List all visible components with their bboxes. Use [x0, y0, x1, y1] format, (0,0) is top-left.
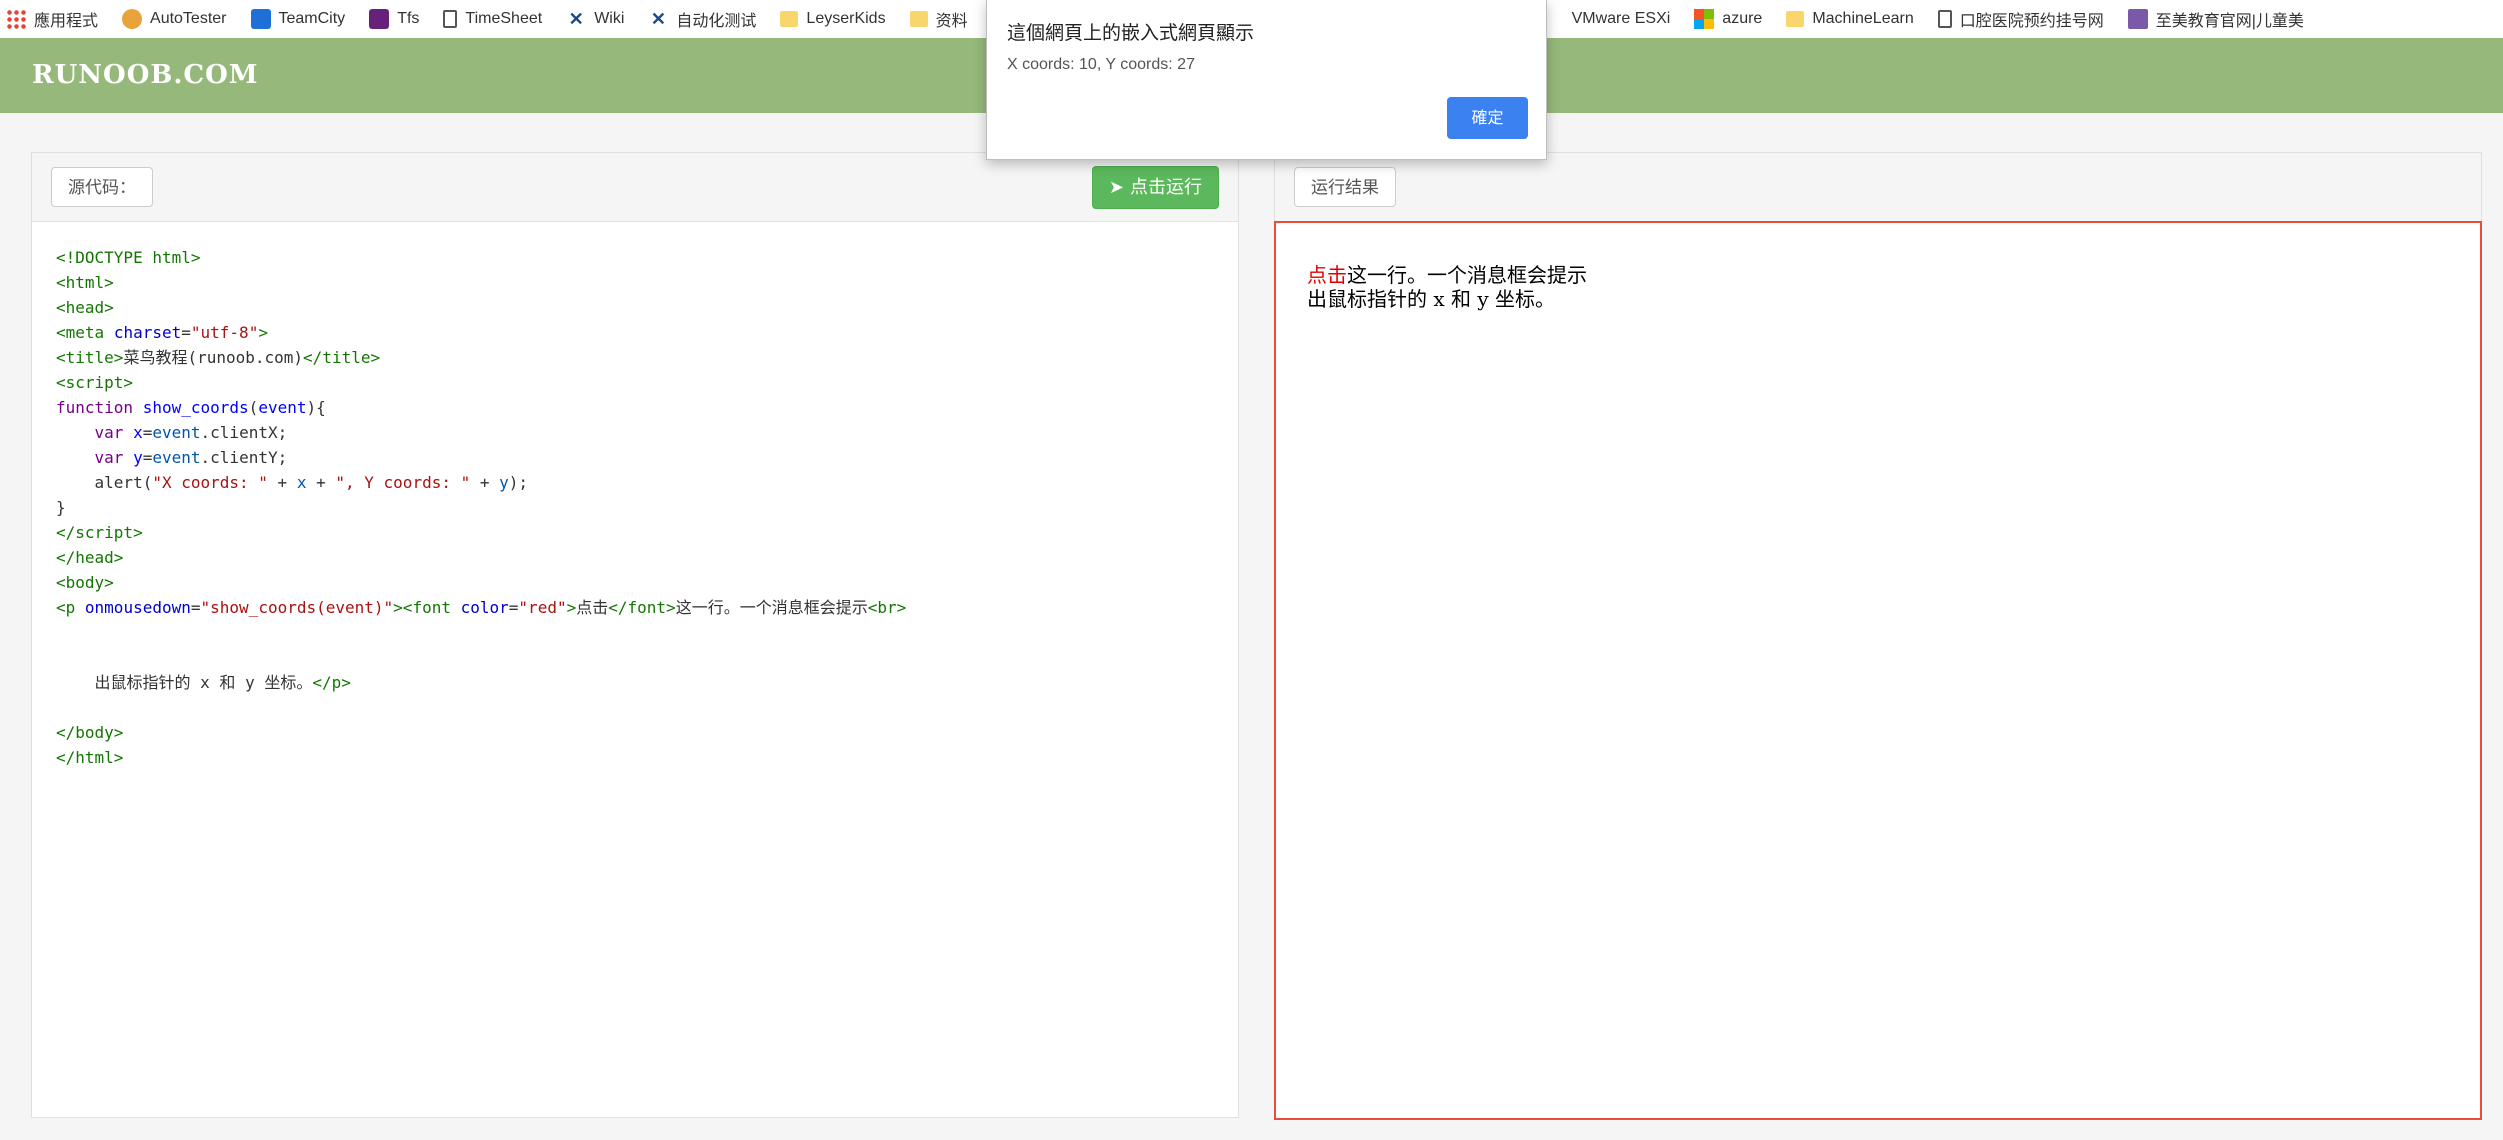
bookmark-label: TimeSheet — [465, 10, 543, 27]
autotester-icon — [122, 9, 143, 29]
x-icon: ✕ — [650, 9, 666, 29]
result-paragraph[interactable]: 点击这一行。一个消息框会提示 出鼠标指针的 x 和 y 坐标。 — [1307, 263, 1587, 311]
result-panel-header: 运行结果 — [1275, 153, 2481, 222]
bookmark-label: TeamCity — [278, 10, 346, 27]
page-icon — [443, 10, 458, 28]
dialog-message: X coords: 10, Y coords: 27 — [1007, 56, 1195, 73]
bookmark-timesheet[interactable]: TimeSheet — [443, 10, 542, 28]
result-line1: 这一行。一个消息框会提示 — [1347, 263, 1587, 287]
bookmark-teamcity[interactable]: TeamCity — [250, 9, 346, 29]
bookmark-label: azure — [1722, 10, 1763, 27]
book-icon — [2127, 9, 2148, 29]
source-code-button[interactable]: 源代码： — [51, 167, 153, 207]
teamcity-icon — [250, 9, 271, 29]
bookmark-education[interactable]: 至美教育官网|儿童美 — [2127, 7, 2304, 31]
bookmark-label: Tfs — [397, 10, 420, 27]
x-icon: ✕ — [568, 9, 584, 29]
folder-icon — [780, 11, 799, 27]
bookmark-label: MachineLearn — [1812, 10, 1914, 27]
page-icon — [1937, 10, 1952, 28]
bookmark-vmware[interactable]: VMware ESXi — [1572, 10, 1671, 28]
visual-studio-icon — [369, 9, 390, 29]
bookmark-wiki[interactable]: ✕ Wiki — [566, 9, 625, 29]
bookmark-azure[interactable]: azure — [1694, 9, 1762, 29]
site-logo[interactable]: RUNOOB.COM — [32, 60, 259, 90]
run-button[interactable]: ➤ 点击运行 — [1091, 166, 1219, 209]
bookmark-label: 至美教育官网|儿童美 — [2155, 13, 2304, 30]
source-panel: 源代码： ➤ 点击运行 <!DOCTYPE html> <html> <head… — [31, 152, 1239, 1118]
result-line2: 出鼠标指针的 x 和 y 坐标。 — [1307, 287, 1556, 311]
result-panel: 运行结果 点击这一行。一个消息框会提示 出鼠标指针的 x 和 y 坐标。 — [1274, 152, 2482, 1120]
bookmark-label: 自动化测试 — [676, 13, 757, 30]
bookmark-autotest[interactable]: ✕ 自动化测试 — [648, 7, 757, 31]
result-red-text: 点击 — [1307, 263, 1347, 287]
folder-icon — [909, 11, 928, 27]
result-iframe[interactable]: 点击这一行。一个消息框会提示 出鼠标指针的 x 和 y 坐标。 — [1274, 221, 2482, 1120]
bookmark-label: AutoTester — [150, 10, 227, 27]
bookmark-label: VMware ESXi — [1571, 10, 1671, 27]
paper-plane-icon: ➤ — [1108, 177, 1124, 198]
bookmark-label: Wiki — [594, 10, 625, 27]
result-label-button[interactable]: 运行结果 — [1294, 167, 1396, 207]
bookmark-label: 资料 — [935, 13, 968, 30]
apps-icon — [6, 9, 26, 29]
code-editor[interactable]: <!DOCTYPE html> <html> <head> <meta char… — [56, 245, 906, 770]
bookmark-tfs[interactable]: Tfs — [369, 9, 419, 29]
bookmark-ziliao[interactable]: 资料 — [909, 7, 968, 31]
dialog-ok-button[interactable]: 確定 — [1447, 97, 1528, 139]
bookmark-label: 應用程式 — [34, 13, 99, 30]
bookmark-label: LeyserKids — [806, 10, 886, 27]
alert-dialog: 這個網頁上的嵌入式網頁顯示 X coords: 10, Y coords: 27… — [986, 0, 1547, 160]
bookmark-label: 口腔医院预约挂号网 — [1959, 13, 2104, 30]
source-panel-header: 源代码： ➤ 点击运行 — [32, 153, 1238, 222]
bookmark-autotester[interactable]: AutoTester — [122, 9, 227, 29]
bookmark-machinelearn[interactable]: MachineLearn — [1786, 10, 1914, 28]
folder-icon — [1786, 11, 1805, 27]
dialog-title: 這個網頁上的嵌入式網頁顯示 — [1007, 22, 1255, 44]
bookmark-hospital[interactable]: 口腔医院预约挂号网 — [1937, 7, 2104, 31]
run-button-label: 点击运行 — [1130, 177, 1202, 198]
bookmark-apps[interactable]: 應用程式 — [6, 7, 98, 31]
bookmark-leyserkids[interactable]: LeyserKids — [780, 10, 886, 28]
microsoft-icon — [1694, 9, 1715, 29]
